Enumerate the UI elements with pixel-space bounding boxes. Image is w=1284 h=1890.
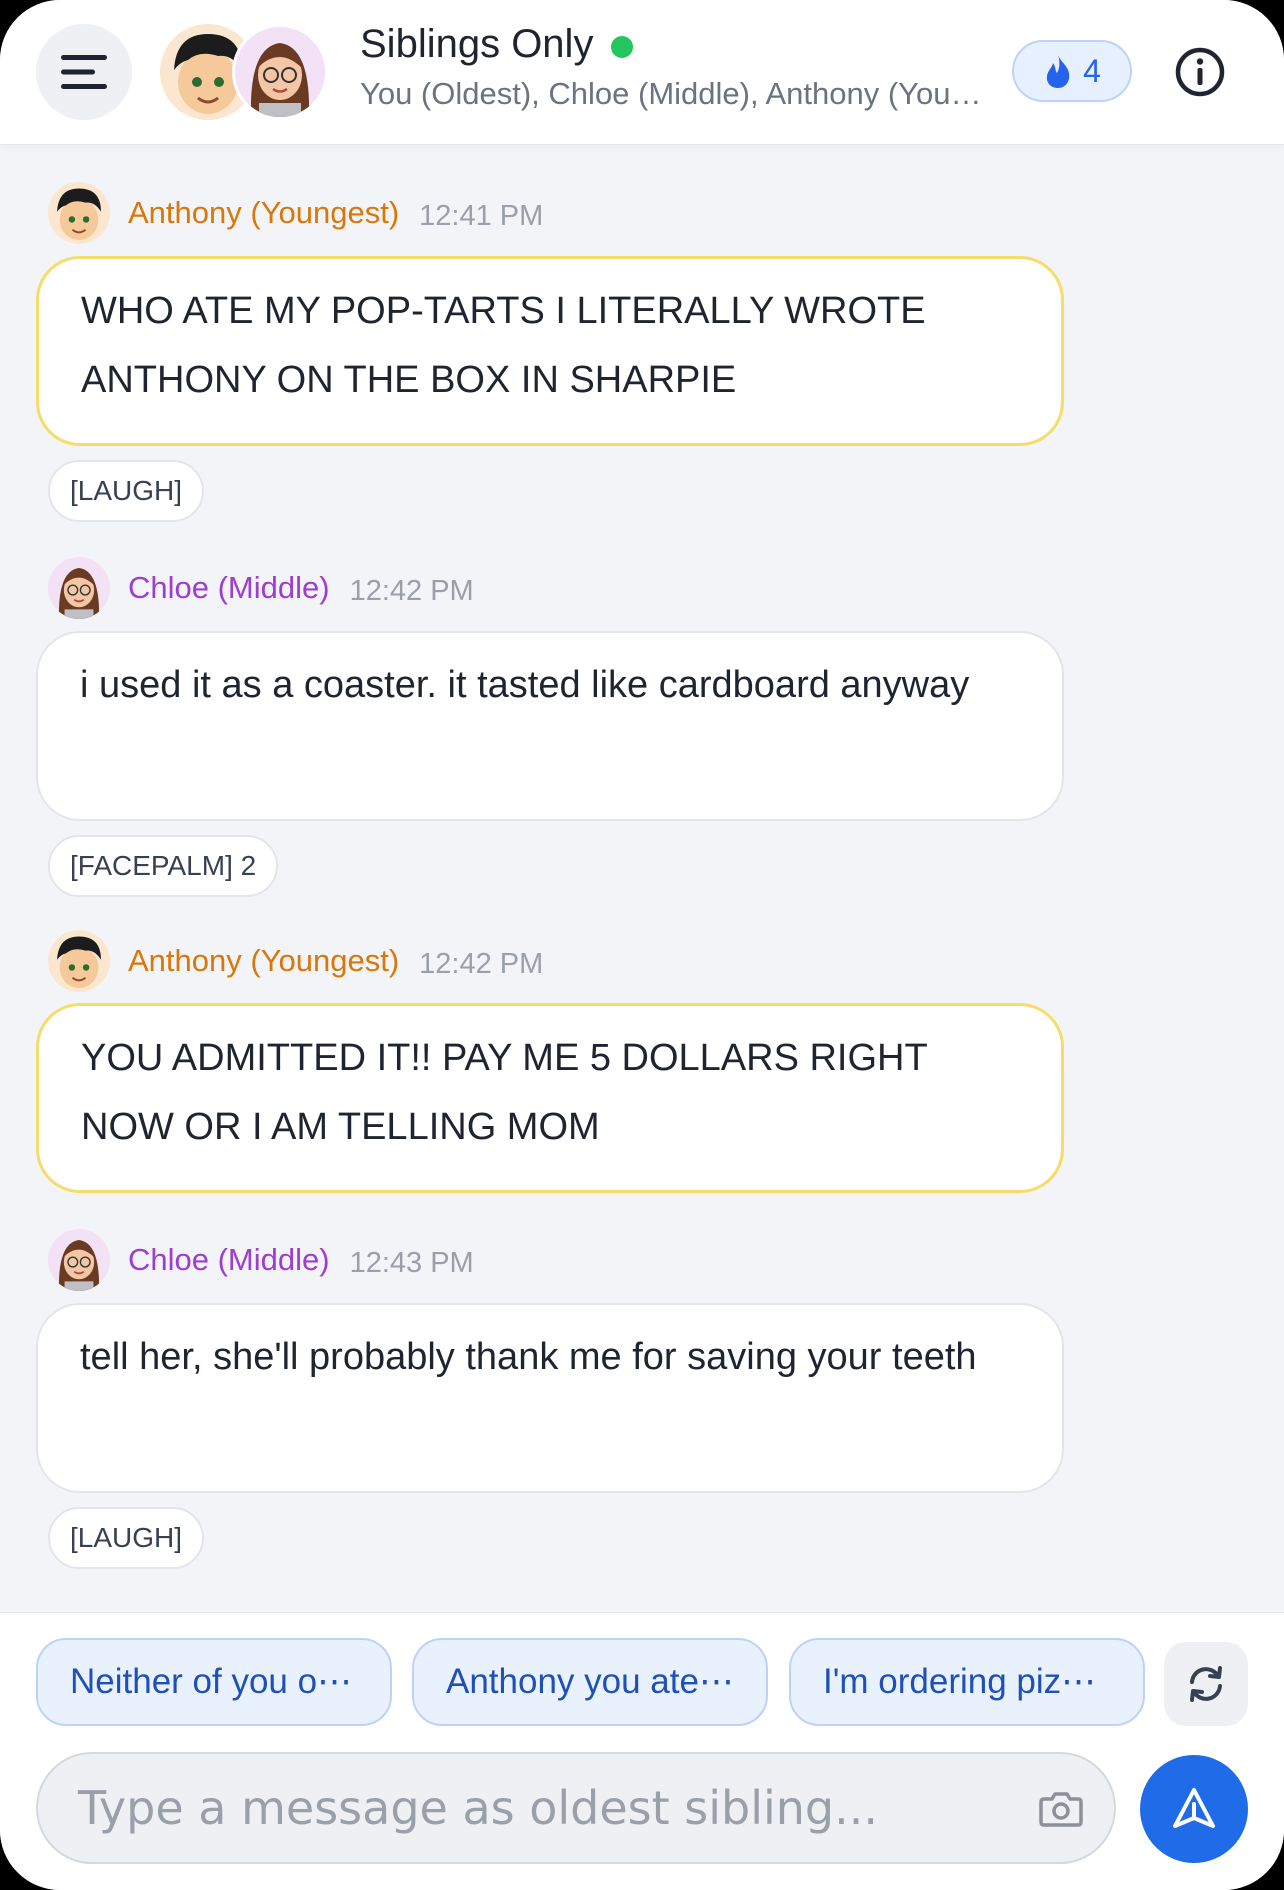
avatar-chloe	[48, 1229, 110, 1291]
avatar-chloe	[232, 24, 328, 120]
suggestion-chip[interactable]: Neither of you o⋯	[36, 1638, 392, 1726]
message-header: Anthony (Youngest) 12:41 PM	[48, 182, 543, 244]
chat-title[interactable]: Siblings Only	[360, 22, 634, 67]
send-icon	[1173, 1788, 1215, 1828]
streak-badge[interactable]: 4	[1012, 40, 1132, 102]
message-input[interactable]: Type a message as oldest sibling...	[36, 1752, 1116, 1864]
chat-members: You (Oldest), Chloe (Middle), Anthony (Y…	[360, 76, 982, 111]
flame-icon	[1046, 55, 1070, 88]
message-time: 12:42 PM	[419, 947, 544, 980]
suggestion-chip[interactable]: I'm ordering piz⋯	[789, 1638, 1145, 1726]
sender-name: Chloe (Middle)	[128, 570, 330, 605]
online-indicator	[611, 35, 634, 58]
message-time: 12:42 PM	[349, 574, 474, 607]
refresh-suggestions-button[interactable]	[1164, 1642, 1248, 1726]
reaction-pill[interactable]: [FACEPALM] 2	[48, 835, 279, 897]
message-header: Chloe (Middle) 12:42 PM	[48, 557, 474, 619]
sender-name: Chloe (Middle)	[128, 1242, 330, 1277]
message-header: Chloe (Middle) 12:43 PM	[48, 1229, 474, 1291]
message-time: 12:43 PM	[349, 1246, 474, 1279]
message-bubble[interactable]: i used it as a coaster. it tasted like c…	[36, 631, 1064, 821]
reaction-pill[interactable]: [LAUGH]	[48, 1507, 205, 1569]
message-header: Anthony (Youngest) 12:42 PM	[48, 930, 543, 992]
menu-icon	[61, 55, 107, 89]
chat-title-text: Siblings Only	[360, 22, 594, 66]
reaction-pill[interactable]: [LAUGH]	[48, 460, 205, 522]
info-button[interactable]	[1166, 38, 1234, 106]
chat-header: Siblings Only You (Oldest), Chloe (Middl…	[0, 0, 1284, 145]
camera-button[interactable]	[1030, 1778, 1092, 1840]
group-avatars	[160, 24, 336, 124]
message-bubble[interactable]: tell her, she'll probably thank me for s…	[36, 1303, 1064, 1493]
avatar-chloe	[48, 557, 110, 619]
chat-screen: Siblings Only You (Oldest), Chloe (Middl…	[0, 0, 1284, 1890]
send-button[interactable]	[1140, 1755, 1248, 1863]
refresh-icon	[1190, 1666, 1222, 1702]
info-icon	[1175, 47, 1225, 97]
message-bubble[interactable]: WHO ATE MY POP-TARTS I LITERALLY WROTE A…	[36, 256, 1064, 446]
menu-button[interactable]	[36, 24, 132, 120]
message-time: 12:41 PM	[419, 199, 544, 232]
sender-name: Anthony (Youngest)	[128, 943, 400, 978]
streak-count: 4	[1083, 52, 1101, 89]
avatar-anthony	[48, 930, 110, 992]
camera-icon	[1039, 1792, 1083, 1827]
message-bubble[interactable]: YOU ADMITTED IT!! PAY ME 5 DOLLARS RIGHT…	[36, 1003, 1064, 1193]
avatar-anthony	[48, 182, 110, 244]
suggestion-chip[interactable]: Anthony you ate⋯	[412, 1638, 768, 1726]
sender-name: Anthony (Youngest)	[128, 195, 400, 230]
